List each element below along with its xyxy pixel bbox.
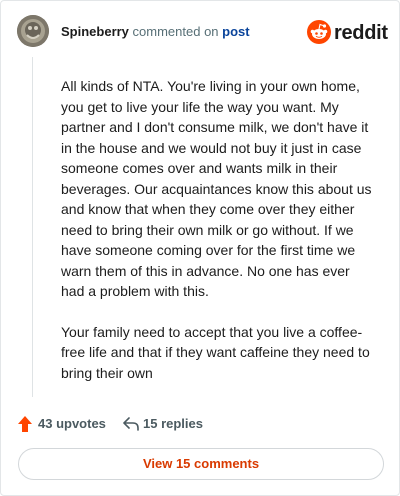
upvote-button[interactable]: 43 upvotes — [17, 413, 107, 435]
comment-header: Spineberry commented on post reddit — [17, 15, 388, 55]
reply-arrow-icon — [123, 417, 139, 431]
comment-paragraph: Your family need to accept that you live… — [61, 323, 370, 381]
comment-paragraph: All kinds of NTA. You're living in your … — [61, 78, 372, 299]
reddit-logo[interactable]: reddit — [307, 20, 388, 46]
comment-body: All kinds of NTA. You're living in your … — [61, 76, 373, 403]
comment-footer: 43 upvotes 15 replies — [17, 413, 383, 435]
reply-count: 15 replies — [143, 416, 203, 431]
user-avatar-icon[interactable] — [17, 15, 49, 47]
upvote-count: 43 upvotes — [38, 416, 106, 431]
byline-action-text: commented on — [132, 24, 219, 39]
comment-byline: Spineberry commented on post — [61, 24, 250, 40]
reddit-snoo-icon — [307, 20, 331, 44]
username-link[interactable]: Spineberry — [61, 24, 129, 39]
replies-button[interactable]: 15 replies — [122, 413, 212, 435]
post-link[interactable]: post — [222, 24, 249, 39]
reddit-wordmark: reddit — [334, 22, 388, 44]
view-comments-button[interactable]: View 15 comments — [18, 448, 384, 480]
thread-line — [32, 57, 33, 397]
comment-embed-card: Spineberry commented on post reddit All … — [0, 0, 400, 496]
upvote-arrow-icon — [18, 416, 32, 432]
